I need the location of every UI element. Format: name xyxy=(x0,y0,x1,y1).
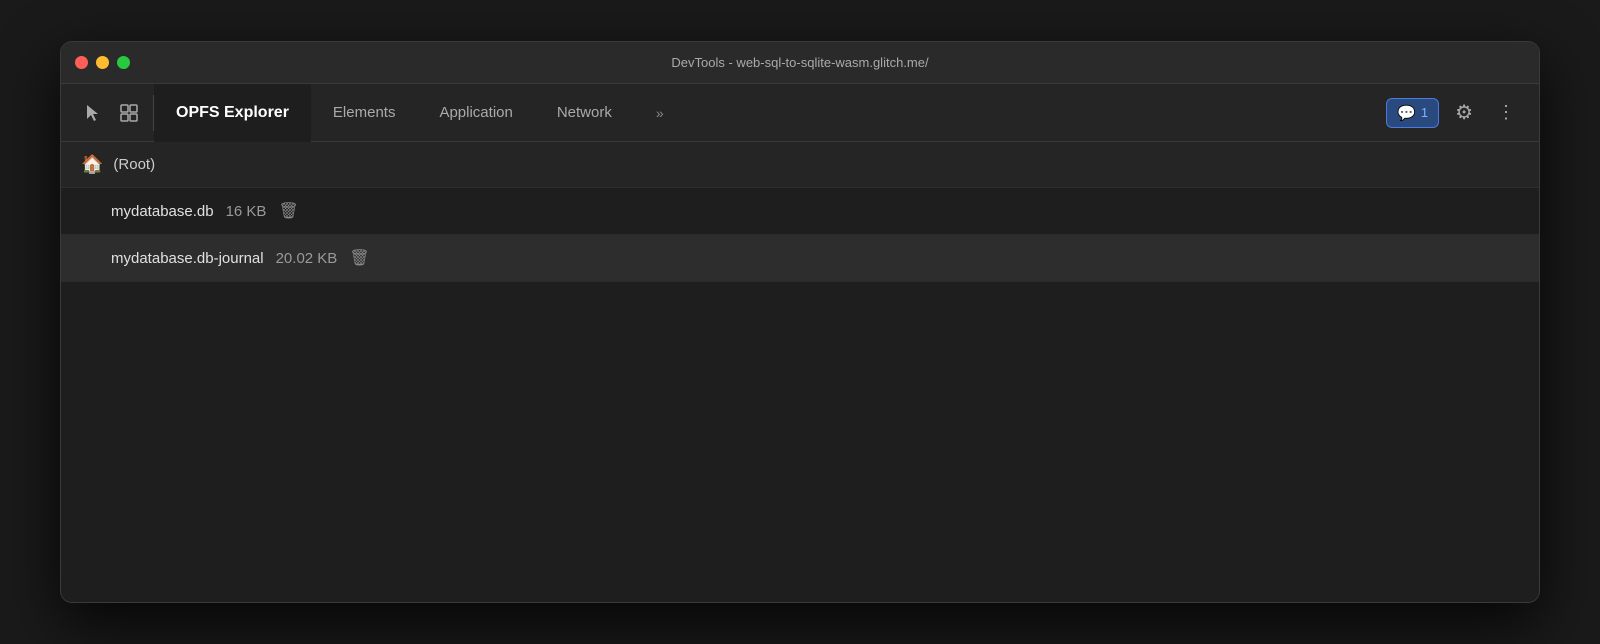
more-icon: ⋮ xyxy=(1497,102,1515,122)
settings-button[interactable]: ⚙ xyxy=(1447,96,1481,129)
file-size: 16 KB xyxy=(226,203,267,220)
file-tree: 🏠 (Root) mydatabase.db 16 KB 🗑 mydatabas… xyxy=(61,142,1539,282)
file-size: 20.02 KB xyxy=(276,250,338,267)
file-name: mydatabase.db xyxy=(111,203,214,220)
tree-root-item[interactable]: 🏠 (Root) xyxy=(61,142,1539,188)
close-button[interactable] xyxy=(75,56,88,69)
title-bar: DevTools - web-sql-to-sqlite-wasm.glitch… xyxy=(61,42,1539,84)
cursor-icon-button[interactable] xyxy=(77,99,109,127)
tab-network[interactable]: Network xyxy=(535,84,634,142)
delete-icon[interactable]: 🗑 xyxy=(278,201,298,221)
cursor-icon xyxy=(83,103,103,123)
minimize-button[interactable] xyxy=(96,56,109,69)
file-name: mydatabase.db-journal xyxy=(111,250,264,267)
layers-icon xyxy=(119,103,139,123)
gear-icon: ⚙ xyxy=(1455,102,1473,124)
content-area: 🏠 (Root) mydatabase.db 16 KB 🗑 mydatabas… xyxy=(61,142,1539,602)
root-label: (Root) xyxy=(113,156,155,173)
toolbar-icons xyxy=(69,95,154,131)
home-icon: 🏠 xyxy=(81,154,103,175)
tab-more[interactable]: » xyxy=(634,84,686,142)
more-options-button[interactable]: ⋮ xyxy=(1489,98,1523,127)
list-item[interactable]: mydatabase.db 16 KB 🗑 xyxy=(61,188,1539,235)
delete-icon[interactable]: 🗑 xyxy=(349,248,369,268)
layers-icon-button[interactable] xyxy=(113,99,145,127)
window-title: DevTools - web-sql-to-sqlite-wasm.glitch… xyxy=(671,55,928,70)
list-item[interactable]: mydatabase.db-journal 20.02 KB 🗑 xyxy=(61,235,1539,282)
toolbar-right: 💬 1 ⚙ ⋮ xyxy=(1386,96,1531,129)
toolbar: OPFS Explorer Elements Application Netwo… xyxy=(61,84,1539,142)
tab-opfs-explorer[interactable]: OPFS Explorer xyxy=(154,84,311,142)
chat-badge-button[interactable]: 💬 1 xyxy=(1386,98,1439,128)
maximize-button[interactable] xyxy=(117,56,130,69)
chat-icon: 💬 xyxy=(1397,104,1416,122)
tab-elements[interactable]: Elements xyxy=(311,84,418,142)
devtools-window: DevTools - web-sql-to-sqlite-wasm.glitch… xyxy=(60,41,1540,603)
tab-list: OPFS Explorer Elements Application Netwo… xyxy=(154,84,1386,142)
traffic-lights xyxy=(75,56,130,69)
tab-application[interactable]: Application xyxy=(417,84,534,142)
